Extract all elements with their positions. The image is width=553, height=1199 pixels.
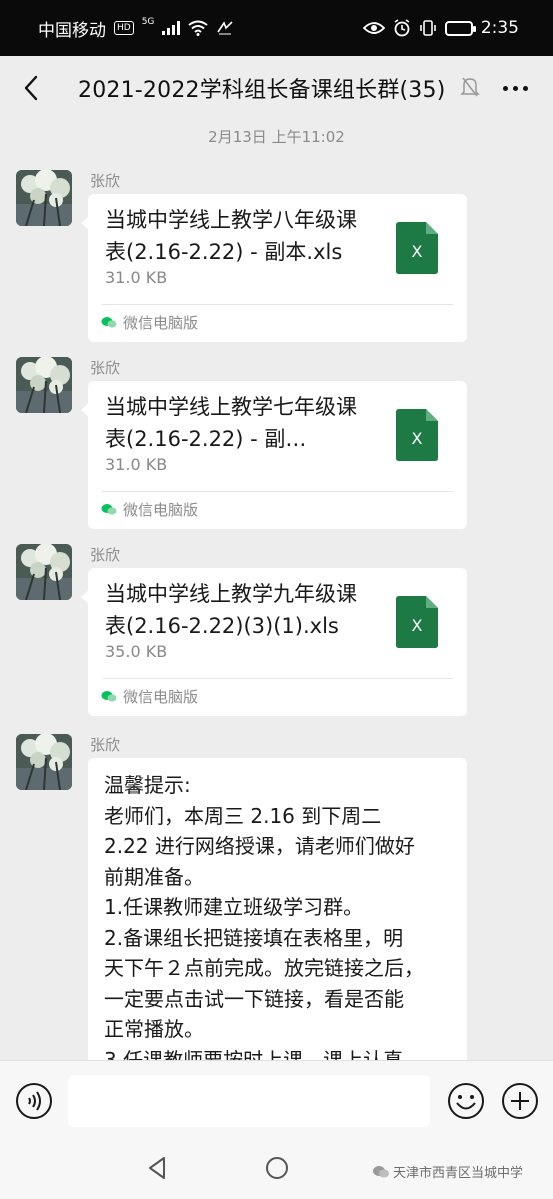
avatar[interactable] xyxy=(16,734,72,790)
hd-badge: HD xyxy=(114,21,134,35)
eye-icon xyxy=(362,22,385,34)
file-source: 微信电脑版 xyxy=(101,499,198,520)
file-source-label: 微信电脑版 xyxy=(123,688,199,706)
message-input[interactable] xyxy=(68,1075,430,1127)
wifi-icon xyxy=(188,20,209,36)
avatar[interactable] xyxy=(16,544,72,600)
avatar[interactable] xyxy=(16,170,72,226)
message-line: 老师们，本周三 2.16 到下周二 xyxy=(104,803,382,828)
chevron-left-icon xyxy=(24,75,38,101)
message-line: 温馨提示: xyxy=(104,773,191,797)
excel-file-icon: X xyxy=(396,596,438,648)
voice-icon[interactable] xyxy=(14,1081,54,1121)
alarm-icon xyxy=(394,19,410,37)
excel-file-icon: X xyxy=(396,222,438,274)
sender-name: 张欣 xyxy=(90,172,121,190)
back-button[interactable] xyxy=(14,70,48,106)
divider xyxy=(102,491,453,492)
file-source: 微信电脑版 xyxy=(101,312,198,333)
message-line: 天下午２点前完成。放完链接之后， xyxy=(104,956,424,980)
file-icon-label: X xyxy=(412,429,423,448)
nfc-icon xyxy=(217,21,233,35)
sender-name: 张欣 xyxy=(90,546,121,564)
signal-icon xyxy=(162,21,181,35)
message-timestamp: 2月13日 上午11:02 xyxy=(208,128,345,146)
wechat-pc-icon xyxy=(101,691,117,702)
triangle-back-icon[interactable] xyxy=(144,1154,172,1182)
file-name: 当城中学线上教学七年级课表(2.16-2.22) - 副… xyxy=(105,395,357,451)
battery-icon xyxy=(444,20,476,36)
wechat-pc-icon xyxy=(101,504,117,515)
message-bubble[interactable]: 温馨提示: 老师们，本周三 2.16 到下周二 2.22 进行网络授课，请老师们做好… xyxy=(88,758,467,1078)
watermark: 天津市西青区当城中学 xyxy=(372,1162,523,1181)
carrier-label: 中国移动 xyxy=(38,20,106,41)
file-source-label: 微信电脑版 xyxy=(123,501,199,519)
more-button[interactable] xyxy=(495,73,535,103)
plus-icon[interactable] xyxy=(500,1081,540,1121)
sender-name: 张欣 xyxy=(90,736,121,754)
file-source: 微信电脑版 xyxy=(101,686,198,707)
input-bar xyxy=(0,1060,553,1140)
status-right: 2:35 xyxy=(362,18,519,38)
mute-bell-icon xyxy=(460,77,480,97)
file-card[interactable]: 当城中学线上教学八年级课表(2.16-2.22) - 副本.xls 31.0 KB… xyxy=(81,194,467,342)
file-name: 当城中学线上教学九年级课表(2.16-2.22)(3)(1).xls xyxy=(105,582,357,638)
excel-file-icon: X xyxy=(396,409,438,461)
wechat-icon xyxy=(373,1165,389,1177)
file-message: 张欣当城中学线上教学七年级课表(2.16-2.22) - 副… 31.0 KB X 微… xyxy=(0,357,553,533)
message-line: 正常播放。 xyxy=(104,1017,204,1041)
file-message: 张欣当城中学线上教学九年级课表(2.16-2.22)(3)(1).xls 35.0… xyxy=(0,544,553,720)
message-line: 2.22 进行网络授课，请老师们做好 xyxy=(104,834,415,858)
chat-title: 2021-2022学科组长备课组长群(35) xyxy=(78,78,446,103)
wechat-pc-icon xyxy=(101,317,117,328)
file-size: 31.0 KB xyxy=(105,455,168,474)
file-size: 31.0 KB xyxy=(105,268,168,287)
divider xyxy=(102,304,453,305)
watermark-text: 天津市西青区当城中学 xyxy=(393,1166,524,1181)
status-left: 中国移动 HD 5G xyxy=(38,16,234,41)
file-card[interactable]: 当城中学线上教学七年级课表(2.16-2.22) - 副… 31.0 KB X 微信电… xyxy=(81,381,467,529)
file-icon-label: X xyxy=(412,616,423,635)
emoji-icon[interactable] xyxy=(446,1081,486,1121)
network-label: 5G xyxy=(141,17,155,27)
file-source-label: 微信电脑版 xyxy=(123,314,199,332)
text-message: 张欣 温馨提示: 老师们，本周三 2.16 到下周二 2.22 进行网络授课，请老师… xyxy=(0,734,553,1078)
status-bar: 中国移动 HD 5G 2:35 xyxy=(0,0,553,56)
circle-home-icon[interactable] xyxy=(263,1154,291,1182)
vibrate-icon xyxy=(420,20,436,36)
file-size: 35.0 KB xyxy=(105,642,168,661)
divider xyxy=(102,678,453,679)
message-line: 前期准备。 xyxy=(104,864,204,889)
system-nav-bar: 天津市西青区当城中学 xyxy=(0,1140,553,1199)
avatar[interactable] xyxy=(16,357,72,413)
chat-header: 2021-2022学科组长备课组长群(35) xyxy=(0,56,553,120)
status-time: 2:35 xyxy=(480,18,519,38)
file-name: 当城中学线上教学八年级课表(2.16-2.22) - 副本.xls xyxy=(105,208,357,264)
message-line: 一定要点击试一下链接，看是否能 xyxy=(104,986,404,1011)
message-line: 1.任课教师建立班级学习群。 xyxy=(104,895,364,919)
file-card[interactable]: 当城中学线上教学九年级课表(2.16-2.22)(3)(1).xls 35.0 K… xyxy=(81,568,467,716)
file-icon-label: X xyxy=(412,242,423,261)
sender-name: 张欣 xyxy=(90,359,121,377)
message-line: 2.备课组长把链接填在表格里，明 xyxy=(104,925,404,950)
file-message: 张欣当城中学线上教学八年级课表(2.16-2.22) - 副本.xls 31.0 … xyxy=(0,170,553,346)
